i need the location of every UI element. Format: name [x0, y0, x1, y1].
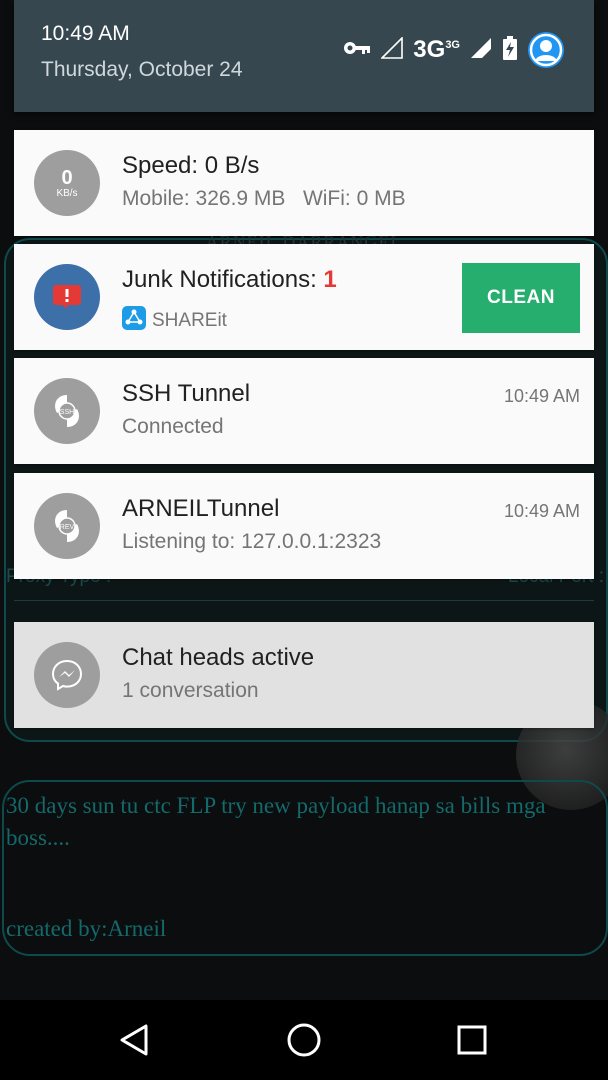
- shareit-icon: [122, 306, 146, 335]
- notification-subtitle: Mobile: 326.9 MB WiFi: 0 MB: [122, 187, 406, 210]
- account-icon[interactable]: [528, 32, 564, 68]
- message-text: 30 days sun tu ctc FLP try new payload h…: [6, 793, 546, 850]
- status-icons: 3G3G: [343, 30, 564, 70]
- notification-time: 10:49 AM: [503, 501, 580, 521]
- ssh-tunnel-icon: SSH: [34, 378, 100, 444]
- quick-status-header[interactable]: 10:49 AM Thursday, October 24 3G3G: [14, 0, 594, 112]
- shareit-source: SHAREit: [122, 306, 227, 335]
- battery-charging-icon: [502, 35, 518, 65]
- credit-text: created by:Arneil: [6, 916, 167, 941]
- clock: 10:49 AM: [41, 22, 130, 45]
- background-divider: [14, 600, 594, 601]
- notification-chat-heads[interactable]: Chat heads active 1 conversation: [14, 622, 594, 728]
- svg-text:SSH: SSH: [60, 409, 74, 416]
- notification-time: 10:49 AM: [503, 386, 580, 406]
- notification-subtitle: Listening to: 127.0.0.1:2323: [122, 530, 382, 553]
- messenger-icon: [34, 642, 100, 708]
- source-label: SHAREit: [152, 309, 227, 331]
- notification-arneil-tunnel[interactable]: REV ARNEILTunnel Listening to: 127.0.0.1…: [14, 473, 594, 579]
- signal-3g-icon: [470, 37, 492, 64]
- notification-title: SSH Tunnel: [122, 380, 251, 407]
- notification-speed[interactable]: 0 KB/s Speed: 0 B/s Mobile: 326.9 MB WiF…: [14, 130, 594, 236]
- recents-icon[interactable]: [452, 1020, 492, 1060]
- back-icon[interactable]: [114, 1020, 154, 1060]
- date: Thursday, October 24: [41, 58, 243, 81]
- notification-subtitle: 1 conversation: [122, 679, 259, 702]
- notification-ssh-tunnel[interactable]: SSH SSH Tunnel Connected 10:49 AM: [14, 358, 594, 464]
- speed-meter-icon: 0 KB/s: [34, 150, 100, 216]
- notification-title: Chat heads active: [122, 644, 315, 671]
- navigation-bar: [0, 1000, 608, 1080]
- vpn-key-icon: [343, 40, 371, 61]
- network-type: 3G3G: [413, 36, 460, 63]
- rev-tunnel-icon: REV: [34, 493, 100, 559]
- notification-subtitle: Connected: [122, 415, 224, 438]
- notification-title: Junk Notifications: 1: [122, 266, 337, 293]
- home-icon[interactable]: [284, 1020, 324, 1060]
- junk-alert-icon: [34, 264, 100, 330]
- junk-count: 1: [323, 266, 337, 293]
- notification-junk[interactable]: Junk Notifications: 1 SHAREit CLEAN: [14, 244, 594, 350]
- clean-button[interactable]: CLEAN: [462, 263, 580, 333]
- signal-empty-icon: [380, 35, 404, 64]
- svg-text:REV: REV: [60, 524, 75, 531]
- notification-title: ARNEILTunnel: [122, 495, 280, 522]
- notification-title: Speed: 0 B/s: [122, 152, 260, 179]
